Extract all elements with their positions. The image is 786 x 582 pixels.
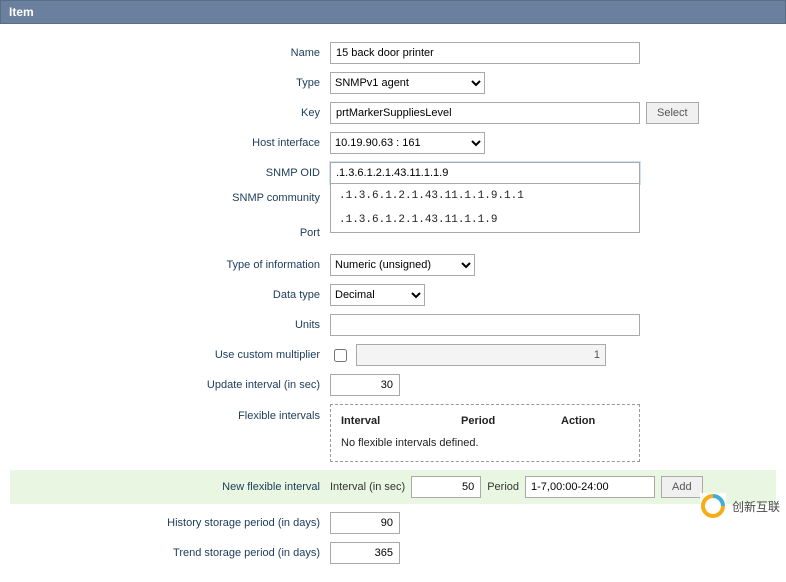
flexible-intervals-header: Interval Period Action — [341, 411, 629, 431]
label-type: Type — [10, 77, 330, 89]
row-new-flexible-interval: New flexible interval Interval (in sec) … — [10, 470, 776, 504]
new-interval-period-input[interactable] — [525, 476, 655, 498]
snmp-oid-input[interactable] — [330, 162, 640, 184]
data-type-select[interactable]: Decimal — [330, 284, 425, 306]
type-of-information-select[interactable]: Numeric (unsigned) — [330, 254, 475, 276]
new-interval-period-label: Period — [487, 481, 519, 493]
oid-suggestion-item[interactable]: .1.3.6.1.2.1.43.11.1.1.9 — [331, 208, 639, 232]
watermark-text: 创新互联 — [732, 498, 780, 515]
watermark: 创新互联 — [700, 493, 780, 519]
type-select[interactable]: SNMPv1 agent — [330, 72, 485, 94]
name-input[interactable] — [330, 42, 640, 64]
panel-header: Item — [0, 0, 786, 24]
label-update-interval: Update interval (in sec) — [10, 379, 330, 391]
label-flexible-intervals: Flexible intervals — [10, 404, 330, 422]
add-button[interactable]: Add — [661, 476, 703, 498]
row-snmp-oid: SNMP OID .1.3.6.1.2.1.43.11.1.1.9.1.1 .1… — [10, 162, 776, 184]
label-new-flexible-interval: New flexible interval — [10, 481, 330, 493]
label-snmp-oid: SNMP OID — [10, 167, 330, 179]
host-interface-select[interactable]: 10.19.90.63 : 161 — [330, 132, 485, 154]
units-input[interactable] — [330, 314, 640, 336]
label-trend-storage: Trend storage period (in days) — [10, 547, 330, 559]
label-units: Units — [10, 319, 330, 331]
label-history-storage: History storage period (in days) — [10, 517, 330, 529]
col-interval: Interval — [341, 415, 461, 427]
select-button[interactable]: Select — [646, 102, 699, 124]
row-use-custom-multiplier: Use custom multiplier — [10, 344, 776, 366]
row-key: Key Select — [10, 102, 776, 124]
oid-suggestion-item[interactable]: .1.3.6.1.2.1.43.11.1.1.9.1.1 — [331, 184, 639, 208]
label-port: Port — [10, 227, 330, 239]
trend-storage-input[interactable] — [330, 542, 400, 564]
flexible-intervals-box: Interval Period Action No flexible inter… — [330, 404, 640, 462]
row-host-interface: Host interface 10.19.90.63 : 161 — [10, 132, 776, 154]
update-interval-input[interactable] — [330, 374, 400, 396]
col-action: Action — [561, 415, 621, 427]
row-units: Units — [10, 314, 776, 336]
panel-title: Item — [9, 5, 34, 19]
row-name: Name — [10, 42, 776, 64]
new-interval-sec-label: Interval (in sec) — [330, 481, 405, 493]
use-custom-multiplier-checkbox[interactable] — [334, 349, 347, 362]
label-data-type: Data type — [10, 289, 330, 301]
row-update-interval: Update interval (in sec) — [10, 374, 776, 396]
row-data-type: Data type Decimal — [10, 284, 776, 306]
row-type-of-information: Type of information Numeric (unsigned) — [10, 254, 776, 276]
label-type-of-information: Type of information — [10, 259, 330, 271]
label-name: Name — [10, 47, 330, 59]
key-input[interactable] — [330, 102, 640, 124]
flexible-intervals-empty: No flexible intervals defined. — [341, 431, 629, 455]
label-use-custom-multiplier: Use custom multiplier — [10, 349, 330, 361]
label-key: Key — [10, 107, 330, 119]
label-snmp-community: SNMP community — [10, 192, 330, 204]
oid-suggestion-list: .1.3.6.1.2.1.43.11.1.1.9.1.1 .1.3.6.1.2.… — [330, 184, 640, 233]
new-interval-sec-input[interactable] — [411, 476, 481, 498]
row-type: Type SNMPv1 agent — [10, 72, 776, 94]
history-storage-input[interactable] — [330, 512, 400, 534]
row-trend-storage: Trend storage period (in days) — [10, 542, 776, 564]
label-host-interface: Host interface — [10, 137, 330, 149]
row-history-storage: History storage period (in days) — [10, 512, 776, 534]
multiplier-input — [356, 344, 606, 366]
col-period: Period — [461, 415, 561, 427]
item-form: Name Type SNMPv1 agent Key Select Host i… — [0, 24, 786, 582]
watermark-icon — [700, 493, 726, 519]
row-flexible-intervals: Flexible intervals Interval Period Actio… — [10, 404, 776, 462]
